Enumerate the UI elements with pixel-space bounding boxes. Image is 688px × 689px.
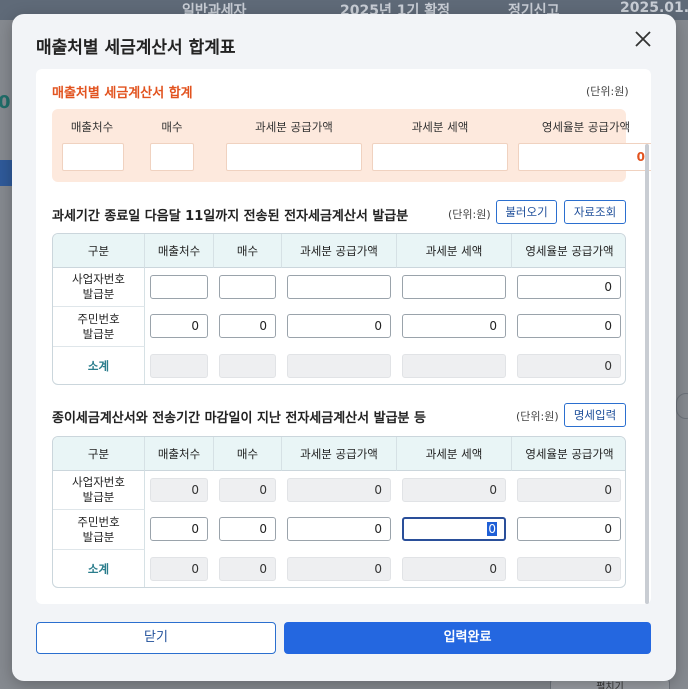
s2-resident-taxable-tax-value: 0	[487, 522, 497, 536]
load-button[interactable]: 불러오기	[496, 200, 557, 224]
s1-col-sheets: 매수	[214, 234, 282, 268]
bg-right-control	[676, 393, 688, 419]
s1-resident-taxable-supply[interactable]: 0	[287, 314, 391, 338]
s1-resident-sheets[interactable]: 0	[219, 314, 276, 338]
summary-taxable-supply-field	[226, 143, 362, 171]
s2-resident-zero-rate-supply[interactable]: 0	[517, 517, 621, 541]
s2-business-sheets: 0	[219, 478, 276, 502]
summary-head-taxable-supply: 과세분 공급가액	[255, 120, 333, 134]
s1-business-count[interactable]	[150, 275, 208, 299]
s2-business-zero-rate-supply: 0	[517, 478, 621, 502]
summary-title: 매출처별 세금계산서 합계	[52, 86, 193, 101]
summary-sheets-field	[150, 143, 194, 171]
s2-row-business-label: 사업자번호 발급분	[53, 471, 145, 510]
s2-col-zero-rate-supply: 영세율분 공급가액	[512, 437, 625, 471]
s1-row-business-label: 사업자번호 발급분	[53, 268, 145, 307]
s1-resident-taxable-tax[interactable]: 0	[402, 314, 506, 338]
s2-subtotal-count: 0	[150, 557, 208, 581]
s1-subtotal-taxable-tax	[402, 354, 506, 378]
close-icon[interactable]	[632, 28, 654, 50]
s2-resident-taxable-supply[interactable]: 0	[287, 517, 391, 541]
s1-resident-count[interactable]: 0	[150, 314, 208, 338]
s2-resident-taxable-tax[interactable]: 0	[402, 517, 506, 541]
summary-unit: (단위:원)	[586, 85, 629, 98]
s2-resident-sheets[interactable]: 0	[219, 517, 276, 541]
summary-head-taxable-tax: 과세분 세액	[411, 120, 469, 134]
section2-unit: (단위:원)	[516, 410, 559, 423]
s2-subtotal-taxable-supply: 0	[287, 557, 391, 581]
s2-row-subtotal-label: 소계	[53, 550, 145, 587]
s1-subtotal-zero-rate-supply: 0	[517, 354, 621, 378]
s1-subtotal-sheets	[219, 354, 276, 378]
s2-business-taxable-supply: 0	[287, 478, 391, 502]
s1-row-subtotal-label: 소계	[53, 347, 145, 384]
s2-col-category: 구분	[53, 437, 145, 471]
summary-box: 매출처수 매수 과세분 공급가액 과세분 세액 영세율분 공급가액 0	[52, 109, 651, 182]
s2-col-count: 매출처수	[145, 437, 214, 471]
complete-button[interactable]: 입력완료	[284, 622, 651, 654]
s1-col-category: 구분	[53, 234, 145, 268]
content-panel: 매출처별 세금계산서 합계 (단위:원) 매출처수 매수 과세분 공급가액 과세…	[36, 69, 651, 604]
summary-head-count: 매출처수	[70, 120, 114, 134]
section1-unit: (단위:원)	[448, 208, 491, 221]
s2-business-taxable-tax: 0	[402, 478, 506, 502]
s1-subtotal-count	[150, 354, 208, 378]
s1-subtotal-taxable-supply	[287, 354, 391, 378]
s1-col-taxable-tax: 과세분 세액	[397, 234, 512, 268]
summary-zero-rate-supply-field: 0	[518, 143, 651, 171]
close-button[interactable]: 닫기	[36, 622, 276, 654]
s2-row-resident-label: 주민번호 발급분	[53, 510, 145, 550]
panel-scrollbar[interactable]	[645, 144, 649, 604]
s2-subtotal-taxable-tax: 0	[402, 557, 506, 581]
summary-head-zero-rate-supply: 영세율분 공급가액	[541, 120, 631, 134]
s1-resident-zero-rate-supply[interactable]: 0	[517, 314, 621, 338]
summary-taxable-tax-field	[372, 143, 508, 171]
s2-business-count: 0	[150, 478, 208, 502]
s1-business-taxable-supply[interactable]	[287, 275, 391, 299]
section2-title: 종이세금계산서와 전송기간 마감일이 지난 전자세금계산서 발급분 등	[52, 411, 426, 426]
s2-col-taxable-tax: 과세분 세액	[397, 437, 512, 471]
summary-count-field	[62, 143, 124, 171]
s1-business-taxable-tax[interactable]	[402, 275, 506, 299]
s1-col-count: 매출처수	[145, 234, 214, 268]
s2-col-sheets: 매수	[214, 437, 282, 471]
modal-title: 매출처별 세금계산서 합계표	[36, 38, 236, 58]
section1-title: 과세기간 종료일 다음달 11일까지 전송된 전자세금계산서 발급분	[52, 209, 409, 224]
section1-table: 구분 매출처수 매수 과세분 공급가액 과세분 세액 영세율분 공급가액 사업자…	[52, 233, 626, 385]
s1-col-zero-rate-supply: 영세율분 공급가액	[512, 234, 625, 268]
s1-business-zero-rate-supply[interactable]: 0	[517, 275, 621, 299]
bg-left-strip	[0, 160, 12, 186]
s1-row-resident-label: 주민번호 발급분	[53, 307, 145, 347]
modal-dialog: 매출처별 세금계산서 합계표 매출처별 세금계산서 합계 (단위:원) 매출처수…	[12, 14, 676, 681]
lookup-button[interactable]: 자료조회	[564, 200, 626, 224]
section2-table: 구분 매출처수 매수 과세분 공급가액 과세분 세액 영세율분 공급가액 사업자…	[52, 436, 626, 588]
s2-subtotal-zero-rate-supply: 0	[517, 557, 621, 581]
s1-business-sheets[interactable]	[219, 275, 276, 299]
detail-input-button[interactable]: 명세입력	[564, 403, 626, 427]
s2-col-taxable-supply: 과세분 공급가액	[282, 437, 397, 471]
s2-subtotal-sheets: 0	[219, 557, 276, 581]
s1-col-taxable-supply: 과세분 공급가액	[282, 234, 397, 268]
bg-left-value: 0	[0, 92, 11, 113]
s2-resident-count[interactable]: 0	[150, 517, 208, 541]
summary-head-sheets: 매수	[161, 120, 183, 134]
